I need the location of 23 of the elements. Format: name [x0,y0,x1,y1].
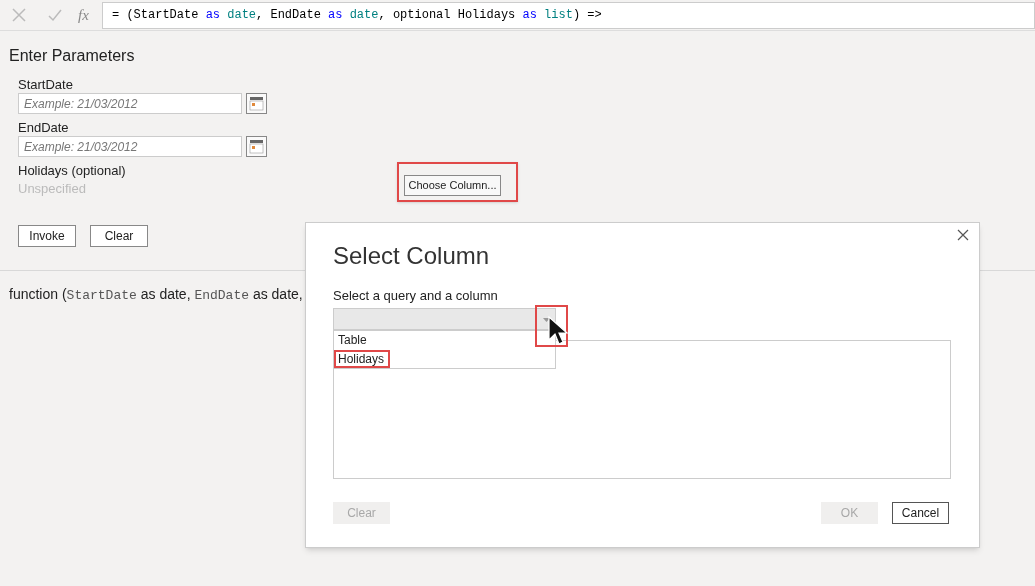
dialog-button[interactable]: Cancel [892,502,949,524]
parameter-label: StartDate [18,76,73,93]
choose-column-button[interactable]: Choose Column... [404,174,501,196]
formula-field[interactable]: = (StartDate as date, EndDate as date, optional Holidays as list) => [102,1,1035,29]
panel-title: Enter Parameters [9,46,135,66]
caret-icon[interactable] [543,318,550,322]
calendar-icon[interactable] [246,93,267,114]
close-icon[interactable] [957,229,969,241]
calendar-icon[interactable] [246,136,267,157]
parameter-label: EndDate [18,119,69,136]
query-dropdown[interactable] [333,308,556,330]
dropdown-option[interactable]: Holidays [338,350,385,369]
parameter-label: Holidays (optional) [18,162,126,179]
dropdown-option[interactable]: Table [338,331,367,350]
dialog-title: Select Column [333,241,490,271]
action-button[interactable]: Clear [90,224,148,247]
date-field[interactable]: Example: 21/03/2012 [18,93,242,114]
action-button[interactable]: Invoke [18,224,76,247]
function-signature: function (StartDate as date, EndDate as date, [9,285,303,305]
check-icon[interactable] [48,8,62,22]
dropdown-label: Select a query and a column [333,287,498,305]
unspecified-value: Unspecified [18,180,87,198]
date-field[interactable]: Example: 21/03/2012 [18,136,242,157]
